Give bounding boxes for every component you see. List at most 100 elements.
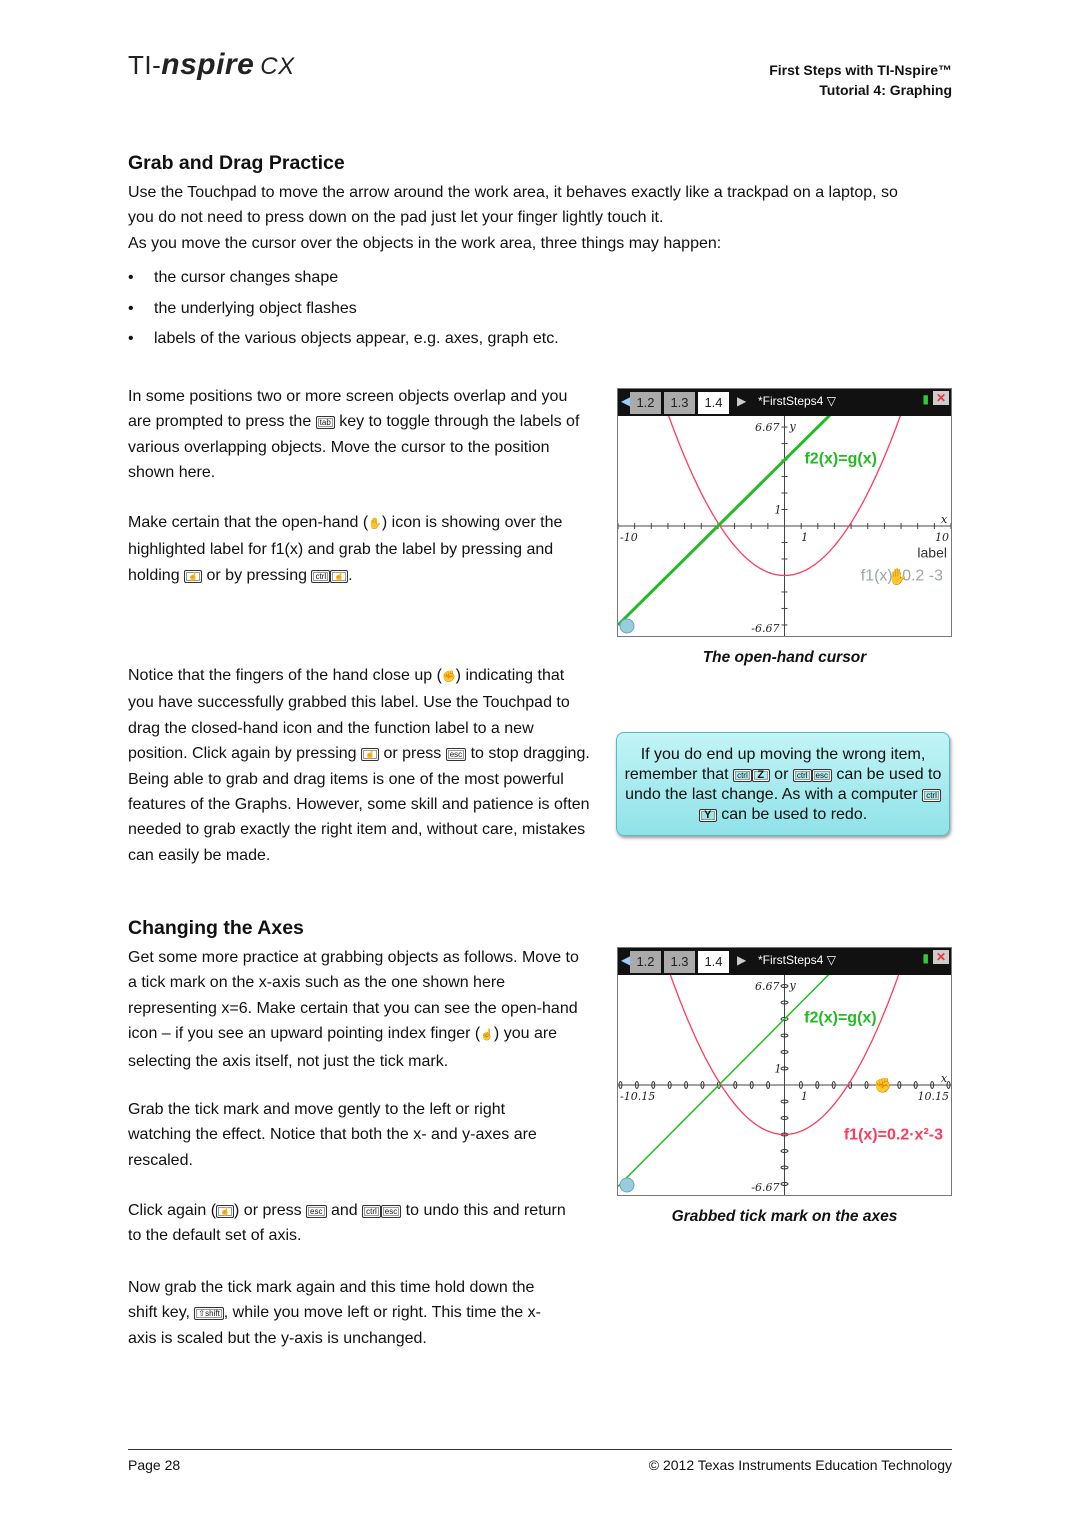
text: ) or press [234,1202,307,1219]
text: Click again ( [128,1202,217,1219]
close-icon[interactable]: ✕ [932,950,949,964]
logo-nspire: nspire [161,48,255,81]
text: and [326,1202,363,1219]
z-key-icon: Z [751,769,770,782]
tab-1.2[interactable]: 1.2 [630,392,661,414]
esc-key-icon: esc [811,769,832,782]
tab-1.4[interactable]: 1.4 [698,951,729,973]
intro-text: Use the Touchpad to move the arrow aroun… [128,180,958,256]
ctrl-key-icon: ctrl [792,769,812,782]
tab-1.2[interactable]: 1.2 [630,951,661,973]
graph-area[interactable]: 6.67-6.67-10 1011yxf2(x)=g(x)f1(x)=0.2 -3… [618,416,951,636]
paragraph-overlap: In some positions two or more screen obj… [128,384,586,486]
section-title-axes: Changing the Axes [128,917,304,939]
text: or press [379,745,446,763]
text: Make certain that the open-hand ( [128,514,369,531]
x-min-label: -10 [620,531,638,544]
logo-cx: CX [260,53,295,80]
y-max-label: 6.67 [755,980,780,993]
figure-caption: Grabbed tick mark on the axes [671,1208,898,1225]
tab-bar: ◀ 1.2 1.3 1.4 *FirstSteps4 ▽ ▶ ▮ ✕ [618,948,951,975]
paragraph-rescale: Grab the tick mark and move gently to th… [128,1101,537,1169]
header-title: First Steps with TI-Nspire™ [769,62,952,78]
text: or by pressing [202,566,312,584]
list-item: the underlying object flashes [128,300,559,331]
f1-label: f1(x)=0.2·x²-3 [844,1126,943,1143]
calculator-screenshot-open-hand: ◀ 1.2 1.3 1.4 *FirstSteps4 ▽ ▶ ▮ ✕ 6.67 -6.67 -10 1… [617,388,952,637]
battery-icon: ▮ [922,392,929,406]
esc-key-icon: esc [380,1205,402,1218]
list-item: labels of the various objects appear, e.… [128,330,559,361]
scroll-left-icon[interactable]: ◀ [621,394,630,408]
x-unit-label: 1 [801,531,808,544]
expand-entry-icon [619,618,635,634]
battery-icon: ▮ [922,951,929,965]
graph-area[interactable]: 6.67 -6.67 -10.15 10.15 1 1 y x f2(x)=g(x) f1(x)=… [618,975,951,1195]
y-min-label: -6.67 [751,1181,779,1194]
paragraph-tick-mark: Get some more practice at grabbing objec… [128,945,590,1074]
y-key-icon: Y [698,809,717,822]
y-min-label: -6.67 [751,622,779,635]
text: to stop dragging. Being able to grab and… [128,745,590,864]
scroll-left-icon[interactable]: ◀ [621,953,630,967]
x-unit-label: 1 [801,1090,808,1103]
paragraph-open-hand: Make certain that the open-hand (✋) icon… [128,510,588,588]
tab-key-icon: tab [315,416,335,430]
text: Notice that the fingers of the hand clos… [128,667,442,684]
esc-key-icon: esc [306,1205,327,1218]
expand-entry-icon [619,1177,635,1193]
x-min-label: -10.15 [620,1090,655,1103]
grab-cursor-icon: ✊ [874,1077,891,1094]
footer-divider [128,1449,952,1450]
click-key-icon: ☝ [216,1205,235,1218]
tab-1.4[interactable]: 1.4 [698,392,729,414]
f2-label: f2(x)=g(x) [804,450,876,467]
running-header: First Steps with TI-Nspire™ Tutorial 4: … [769,60,952,100]
text: or [769,766,793,783]
ctrl-key-icon: ctrl [311,569,331,583]
scroll-right-icon[interactable]: ▶ [737,953,746,967]
tip-box: If you do end up moving the wrong item, … [616,732,950,836]
header-subtitle: Tutorial 4: Graphing [819,82,952,98]
f2-label: f2(x)=g(x) [804,1009,876,1026]
click-key-icon: ☝ [330,569,349,583]
tab-1.3[interactable]: 1.3 [664,392,695,414]
open-hand-cursor-icon: ✋ [888,567,908,586]
figure-caption: The open-hand cursor [702,649,867,666]
scroll-right-icon[interactable]: ▶ [737,394,746,408]
ctrl-key-icon: ctrl [733,769,752,782]
tab-1.3[interactable]: 1.3 [664,951,695,973]
pointing-finger-icon: ☝ [480,1029,494,1042]
x-max-label: 10.15 [918,1090,950,1103]
intro-line: As you move the cursor over the objects … [128,234,722,252]
paragraph-shift: Now grab the tick mark again and this ti… [128,1275,568,1351]
text: can be used to redo. [716,806,868,823]
intro-line: Use the Touchpad to move the arrow aroun… [128,184,898,201]
closed-hand-icon: ✊ [441,671,456,683]
document-title[interactable]: *FirstSteps4 ▽ [758,394,836,408]
x-axis-label: x [941,513,948,526]
click-key-icon: ☝ [361,748,380,762]
y-unit-label: 1 [775,1063,782,1076]
y-axis-label: y [789,979,797,992]
x-axis-label: x [941,1072,948,1085]
intro-line: you do not need to press down on the pad… [128,209,664,227]
esc-key-icon: esc [445,748,467,762]
ti-nspire-cx-logo: TI-nspire CX [128,48,295,82]
bullet-list: the cursor changes shape the underlying … [128,269,559,361]
shift-key-icon: ⇧shift [194,1307,224,1321]
ctrl-key-icon: ctrl [362,1205,381,1218]
close-icon[interactable]: ✕ [932,391,949,405]
calculator-screenshot-tick-mark: ◀ 1.2 1.3 1.4 *FirstSteps4 ▽ ▶ ▮ ✕ 6.67 -6.67 -10.… [617,947,952,1196]
y-max-label: 6.67 [755,421,780,434]
paragraph-closed-hand: Notice that the fingers of the hand clos… [128,663,590,868]
copyright: © 2012 Texas Instruments Education Techn… [648,1457,952,1473]
tab-bar: ◀ 1.2 1.3 1.4 *FirstSteps4 ▽ ▶ ▮ ✕ [618,389,951,416]
text: . [348,566,353,584]
list-item: the cursor changes shape [128,269,559,300]
document-title[interactable]: *FirstSteps4 ▽ [758,953,836,967]
paragraph-undo: Click again (☝) or press esc and ctrl esc… [128,1198,568,1249]
ctrl-key-icon: ctrl [922,789,941,802]
section-title-grab: Grab and Drag Practice [128,152,345,174]
logo-ti: TI- [128,50,162,80]
